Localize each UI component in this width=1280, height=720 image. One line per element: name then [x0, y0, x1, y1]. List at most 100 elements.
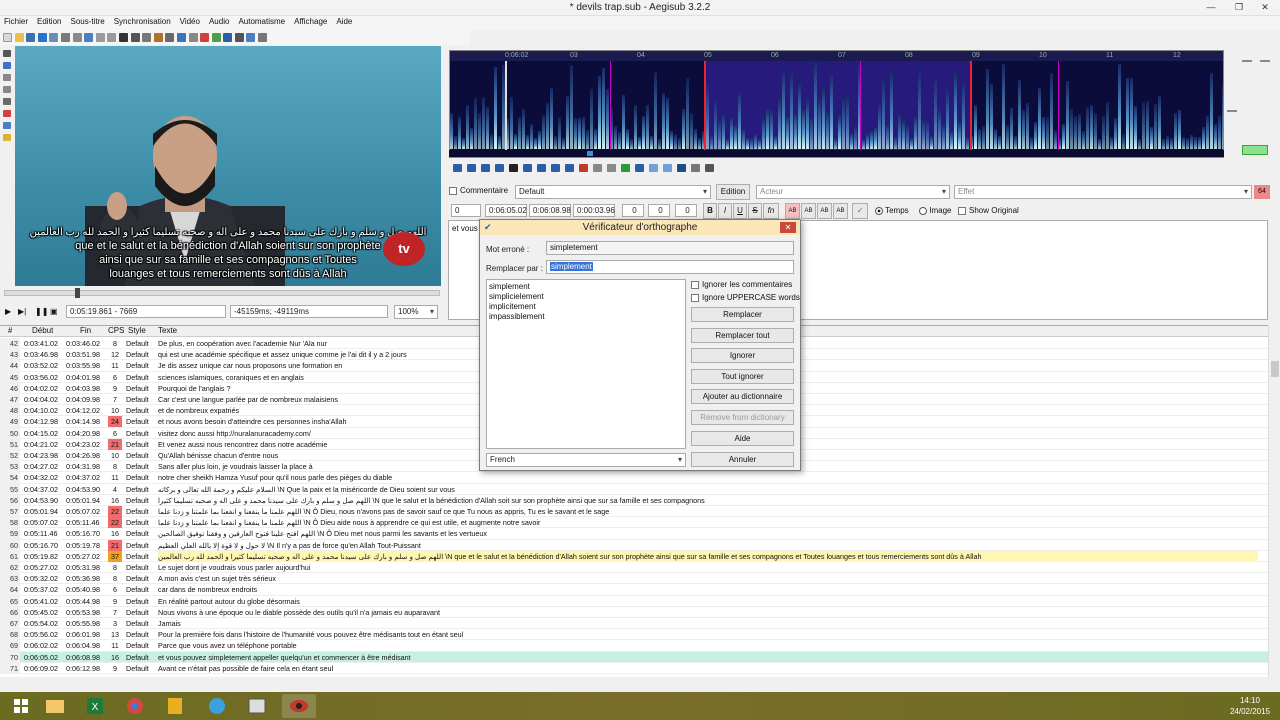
frame-radio-wrap[interactable]: Image	[919, 206, 951, 215]
scale-tool-icon[interactable]	[3, 98, 11, 105]
auto-commit-icon[interactable]	[705, 163, 714, 172]
shadow-color-button[interactable]: AB	[833, 203, 848, 219]
play-start-icon[interactable]	[523, 163, 532, 172]
styling-assistant-icon[interactable]	[165, 33, 175, 42]
underline-button[interactable]: U	[733, 203, 747, 219]
minimize-button[interactable]: —	[1198, 0, 1224, 14]
lead-out-icon[interactable]	[607, 163, 616, 172]
next-line-icon[interactable]	[467, 163, 476, 172]
duration-field[interactable]: 0:00:03.96	[573, 204, 615, 217]
video-display[interactable]: اللهم صل و سلم و بارك على سيدنا محمد و ع…	[15, 46, 441, 286]
table-row[interactable]: 54 0:04:32.02 0:04:37.02 11 Default notre che…	[0, 472, 1268, 484]
translation-assistant-icon[interactable]	[176, 33, 186, 42]
clip-tool-icon[interactable]	[3, 110, 11, 117]
seek-thumb[interactable]	[74, 288, 80, 298]
table-row[interactable]: 66 0:05:45.02 0:05:53.98 7 Default Nous vivon…	[0, 606, 1268, 619]
replace-all-button[interactable]: Remplacer tout	[691, 328, 794, 343]
menu-audio[interactable]: Audio	[205, 16, 234, 26]
menu-edition[interactable]: Edition	[33, 16, 66, 26]
comment-checkbox[interactable]	[449, 186, 457, 195]
dialog-close-button[interactable]: ✕	[780, 222, 796, 233]
table-row[interactable]: 56 0:04:53.90 0:05:01.94 16 Default اللهم صل …	[0, 494, 1268, 507]
autoscroll-icon[interactable]: ▣	[50, 307, 58, 316]
play-line-icon[interactable]	[579, 163, 588, 172]
properties-icon[interactable]	[60, 33, 70, 42]
styles-manager-icon[interactable]	[153, 33, 163, 42]
play-icon[interactable]: ▶	[5, 307, 11, 316]
layer-field[interactable]: 0	[451, 204, 481, 217]
table-row[interactable]: 59 0:05:11.46 0:05:16.70 16 Default اللهم افت…	[0, 528, 1268, 540]
show-original-checkbox[interactable]	[958, 206, 966, 215]
kanji-timer-icon[interactable]	[211, 33, 221, 42]
start-button[interactable]	[4, 694, 38, 718]
open-audio-icon[interactable]	[49, 33, 59, 42]
commit-button[interactable]: ✓	[852, 203, 868, 219]
margin-right-field[interactable]: 0	[648, 204, 670, 217]
header-text[interactable]: Texte	[158, 326, 177, 335]
ignore-comments-wrap[interactable]: Ignorer les commentaires	[691, 280, 792, 289]
table-row[interactable]: 67 0:05:54.02 0:05:55.98 3 Default Jamais	[0, 618, 1268, 630]
actor-field[interactable]: Acteur	[756, 185, 950, 199]
selection-end-marker[interactable]	[970, 61, 972, 157]
prev-line-icon[interactable]	[453, 163, 462, 172]
italic-button[interactable]: I	[718, 203, 732, 219]
system-clock[interactable]: 14:10 24/02/2015	[1230, 695, 1270, 717]
menu-affichage[interactable]: Affichage	[290, 16, 332, 26]
lead-in-icon[interactable]	[593, 163, 602, 172]
zoom-slider[interactable]	[1242, 60, 1252, 62]
primary-color-button[interactable]: AB	[785, 203, 800, 219]
menu-aide[interactable]: Aide	[332, 16, 357, 26]
excel-icon[interactable]: X	[78, 694, 112, 718]
jump-icon[interactable]	[118, 33, 128, 42]
maximize-button[interactable]: ❐	[1226, 0, 1252, 14]
play-line-icon[interactable]: ▶|	[18, 307, 26, 316]
menu-sous-titre[interactable]: Sous-titre	[66, 16, 109, 26]
autoscroll-icon[interactable]	[677, 163, 686, 172]
attachments-icon[interactable]	[84, 33, 94, 42]
audio-scrollbar[interactable]	[449, 150, 1224, 157]
bold-button[interactable]: B	[703, 203, 717, 219]
table-row[interactable]: 70 0:06:05.02 0:06:08.98 16 Default et vous p…	[0, 651, 1268, 663]
ignore-upper-wrap[interactable]: Ignore UPPERCASE words	[691, 293, 800, 302]
new-file-icon[interactable]	[3, 33, 12, 42]
play-selection-icon[interactable]	[495, 163, 504, 172]
outline-color-button[interactable]: AB	[817, 203, 832, 219]
suggestion-item[interactable]: simplement	[489, 282, 683, 292]
ignore-all-button[interactable]: Tout ignorer	[691, 369, 794, 384]
effect-field[interactable]: Effet	[954, 185, 1252, 199]
play-after-icon[interactable]	[551, 163, 560, 172]
zoom-select[interactable]: 100%	[394, 305, 438, 319]
menu-fichier[interactable]: Fichier	[0, 16, 33, 26]
cancel-button[interactable]: Annuler	[691, 452, 794, 467]
resample-icon[interactable]	[188, 33, 198, 42]
header-cps[interactable]: CPS	[108, 326, 124, 335]
language-select[interactable]: French	[486, 453, 686, 467]
secondary-color-button[interactable]: AB	[801, 203, 816, 219]
play-end-icon[interactable]	[537, 163, 546, 172]
play-before-icon[interactable]	[481, 163, 490, 172]
stop-icon[interactable]	[509, 163, 518, 172]
add-to-dictionary-button[interactable]: Ajouter au dictionnaire	[691, 389, 794, 404]
close-button[interactable]: ✕	[1252, 0, 1278, 14]
video-time-field[interactable]: 0:05:19.861 - 7669	[66, 305, 226, 318]
margin-left-field[interactable]: 0	[622, 204, 644, 217]
commit-icon[interactable]	[621, 163, 630, 172]
open-video-icon[interactable]	[37, 33, 47, 42]
ignore-upper-checkbox[interactable]	[691, 293, 699, 302]
suggestions-list[interactable]: simplement simplicielement implicitement…	[486, 279, 686, 449]
menu-video[interactable]: Vidéo	[176, 16, 205, 26]
edit-style-button[interactable]: Edition	[716, 184, 750, 200]
replace-field[interactable]: simplement	[546, 260, 794, 274]
ignore-button[interactable]: Ignorer	[691, 348, 794, 363]
table-row[interactable]: 68 0:05:56.02 0:06:01.98 13 Default Pour la p…	[0, 629, 1268, 641]
time-radio-wrap[interactable]: Temps	[875, 206, 909, 215]
replace-icon[interactable]	[107, 33, 117, 42]
end-time-field[interactable]: 0:06:08.98	[529, 204, 571, 217]
table-row[interactable]: 69 0:06:02.02 0:06:04.98 11 Default Parce que…	[0, 640, 1268, 652]
frame-radio[interactable]	[919, 206, 927, 215]
aegisub-taskbar-icon[interactable]	[282, 694, 316, 718]
save-icon[interactable]	[26, 33, 36, 42]
spell-checker-icon[interactable]	[223, 33, 233, 42]
table-row[interactable]: 57 0:05:01.94 0:05:07.02 22 Default اللهم علم…	[0, 506, 1268, 518]
grid-tags-icon[interactable]	[258, 33, 268, 42]
